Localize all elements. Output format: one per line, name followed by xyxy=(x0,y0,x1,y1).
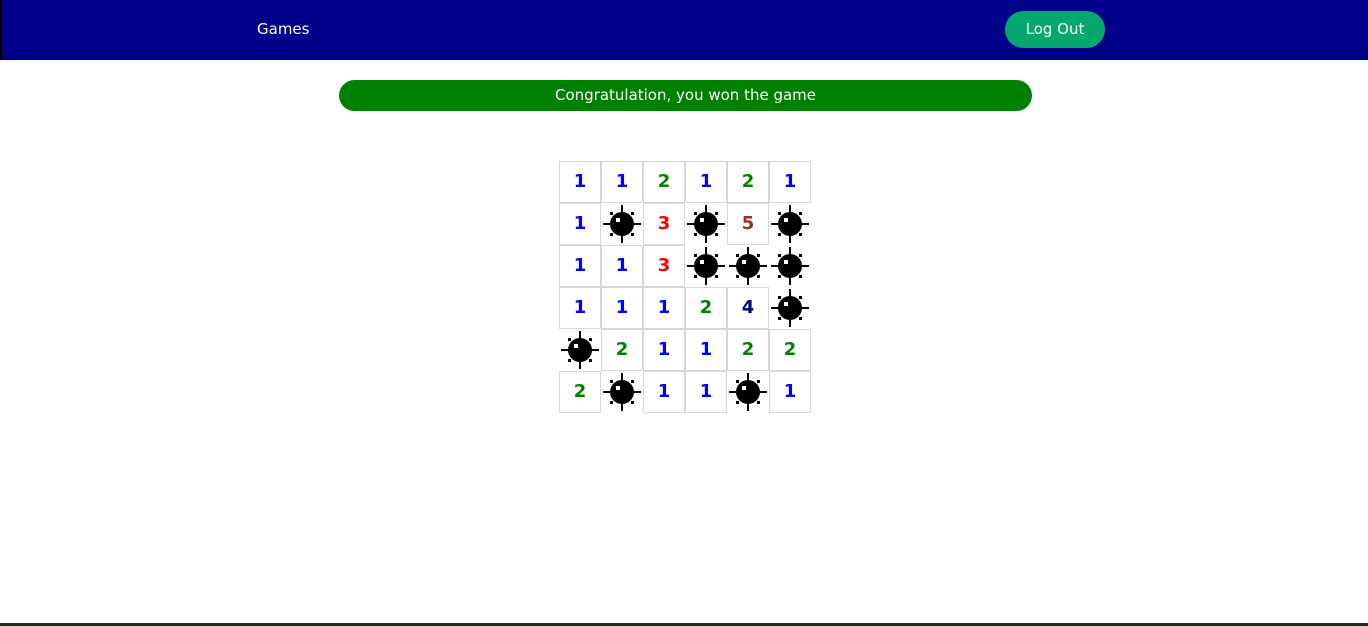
number-cell[interactable]: 3 xyxy=(643,203,685,245)
mine-cell[interactable] xyxy=(559,329,601,371)
top-navbar: Games Log Out xyxy=(0,0,1368,60)
number-cell[interactable]: 1 xyxy=(601,245,643,287)
number-cell[interactable]: 1 xyxy=(559,203,601,245)
number-cell[interactable]: 2 xyxy=(601,329,643,371)
number-cell[interactable]: 2 xyxy=(643,161,685,203)
number-cell[interactable]: 1 xyxy=(559,245,601,287)
nav-link-games[interactable]: Games xyxy=(257,20,309,38)
mine-cell[interactable] xyxy=(601,371,643,413)
logout-button[interactable]: Log Out xyxy=(1005,11,1105,48)
mine-icon xyxy=(729,247,767,285)
mine-cell[interactable] xyxy=(769,203,811,245)
mine-icon xyxy=(687,205,725,243)
mine-icon xyxy=(771,289,809,327)
number-cell[interactable]: 2 xyxy=(559,371,601,413)
mine-icon xyxy=(771,205,809,243)
mine-cell[interactable] xyxy=(685,203,727,245)
number-cell[interactable]: 1 xyxy=(643,329,685,371)
number-cell[interactable]: 5 xyxy=(727,203,769,245)
mine-icon xyxy=(729,373,767,411)
number-cell[interactable]: 2 xyxy=(727,329,769,371)
mine-cell[interactable] xyxy=(769,287,811,329)
number-cell[interactable]: 1 xyxy=(559,161,601,203)
mine-cell[interactable] xyxy=(685,245,727,287)
mine-icon xyxy=(561,331,599,369)
number-cell[interactable]: 2 xyxy=(685,287,727,329)
mine-cell[interactable] xyxy=(727,371,769,413)
status-banner: Congratulation, you won the game xyxy=(339,80,1032,111)
number-cell[interactable]: 1 xyxy=(601,287,643,329)
mine-icon xyxy=(603,373,641,411)
minesweeper-board: 11212113511311124211222111 xyxy=(559,161,811,413)
number-cell[interactable]: 1 xyxy=(685,161,727,203)
number-cell[interactable]: 3 xyxy=(643,245,685,287)
number-cell[interactable]: 1 xyxy=(601,161,643,203)
number-cell[interactable]: 4 xyxy=(727,287,769,329)
number-cell[interactable]: 1 xyxy=(769,161,811,203)
mine-icon xyxy=(687,247,725,285)
mine-cell[interactable] xyxy=(769,245,811,287)
number-cell[interactable]: 1 xyxy=(769,371,811,413)
number-cell[interactable]: 1 xyxy=(643,371,685,413)
number-cell[interactable]: 2 xyxy=(769,329,811,371)
number-cell[interactable]: 1 xyxy=(643,287,685,329)
mine-icon xyxy=(771,247,809,285)
number-cell[interactable]: 1 xyxy=(685,371,727,413)
number-cell[interactable]: 1 xyxy=(559,287,601,329)
mine-cell[interactable] xyxy=(601,203,643,245)
mine-cell[interactable] xyxy=(727,245,769,287)
mine-icon xyxy=(603,205,641,243)
number-cell[interactable]: 2 xyxy=(727,161,769,203)
number-cell[interactable]: 1 xyxy=(685,329,727,371)
